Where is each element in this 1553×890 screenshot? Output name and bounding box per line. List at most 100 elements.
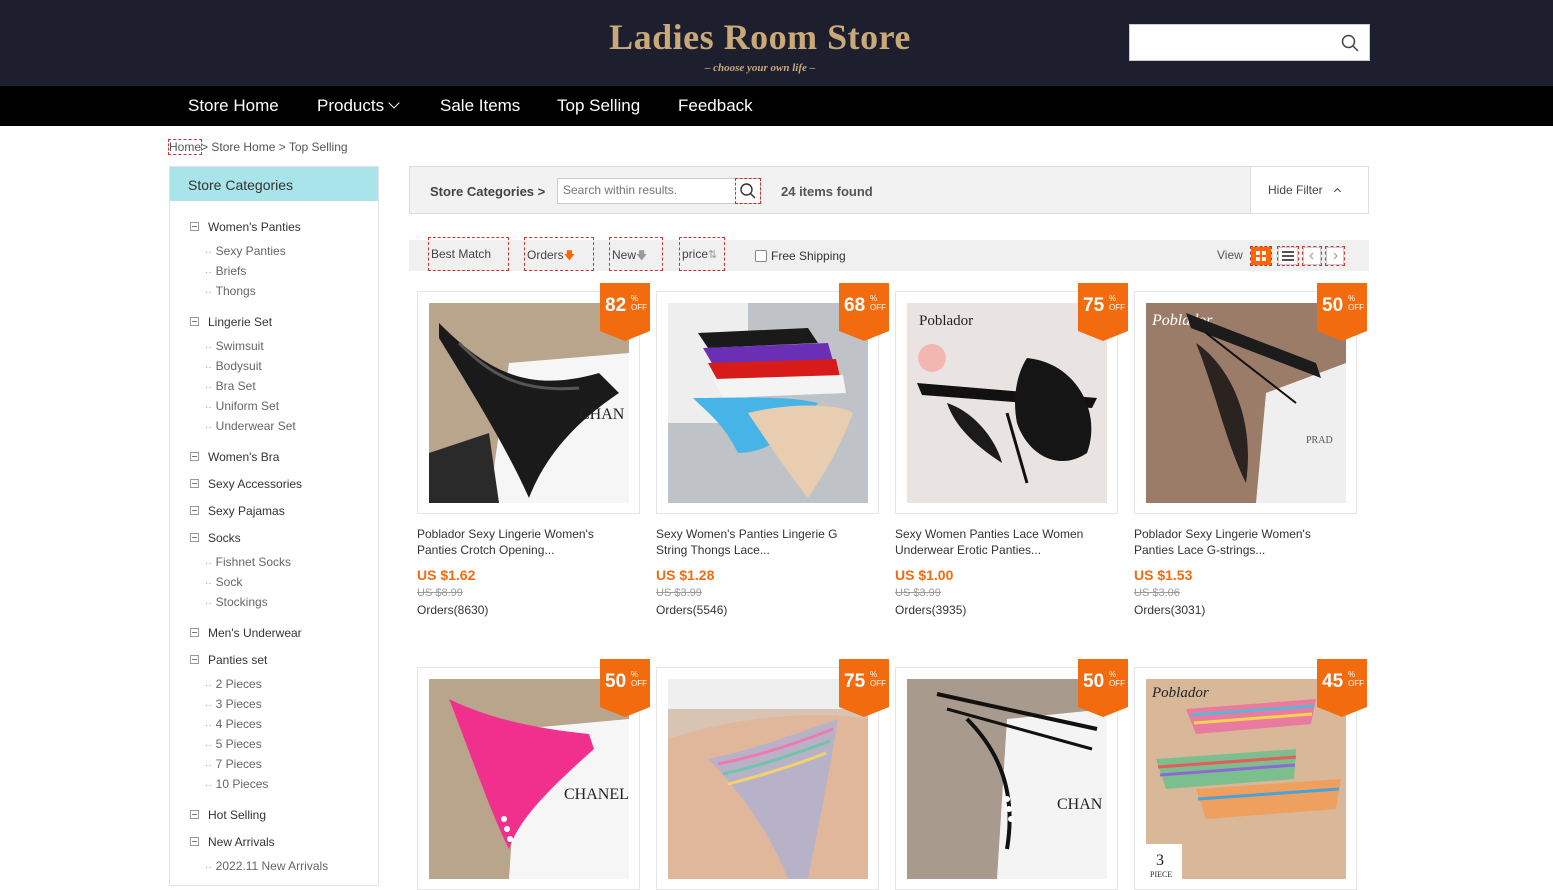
- category-label: Socks: [208, 531, 241, 545]
- svg-text:CHANEL: CHANEL: [564, 786, 629, 803]
- subcategory-briefs[interactable]: Briefs: [205, 264, 247, 278]
- product-title[interactable]: Poblador Sexy Lingerie Women's Panties C…: [417, 526, 632, 558]
- store-search-box[interactable]: [1129, 24, 1370, 61]
- subcategory-2022-11-new-arrivals[interactable]: 2022.11 New Arrivals: [205, 859, 329, 873]
- collapse-icon[interactable]: [190, 628, 199, 637]
- product-image-frame[interactable]: CHANEL 50 % OFF: [417, 659, 650, 890]
- free-shipping-filter[interactable]: Free Shipping: [755, 249, 846, 263]
- subcategory-sexy-panties[interactable]: Sexy Panties: [205, 244, 286, 258]
- results-category-label[interactable]: Store Categories >: [430, 184, 545, 199]
- nav-products[interactable]: Products: [317, 96, 400, 116]
- category-lingerie-set[interactable]: Lingerie Set: [190, 315, 272, 329]
- discount-off-label: % OFF: [1109, 294, 1125, 312]
- product-image[interactable]: CHAN: [907, 679, 1107, 879]
- collapse-icon[interactable]: [190, 479, 199, 488]
- product-image-frame[interactable]: Poblador 3 PIECE 45 % OFF: [1134, 659, 1367, 890]
- sort-price[interactable]: price⇅: [679, 237, 725, 271]
- subcategory-10-pieces[interactable]: 10 Pieces: [205, 777, 269, 791]
- discount-badge: 50 % OFF: [600, 659, 650, 717]
- product-image[interactable]: [668, 303, 868, 503]
- product-image[interactable]: Poblador 3 PIECE: [1146, 679, 1346, 879]
- store-search-input[interactable]: [1136, 31, 1336, 55]
- category-womens-panties[interactable]: Women's Panties: [190, 220, 301, 234]
- collapse-icon[interactable]: [190, 506, 199, 515]
- category-label: Men's Underwear: [208, 626, 302, 640]
- product-title[interactable]: Poblador Sexy Lingerie Women's Panties L…: [1134, 526, 1349, 558]
- subcategory-2-pieces[interactable]: 2 Pieces: [205, 677, 262, 691]
- subcategory-underwear-set[interactable]: Underwear Set: [205, 419, 296, 433]
- collapse-icon[interactable]: [190, 655, 199, 664]
- category-mens-underwear[interactable]: Men's Underwear: [190, 626, 302, 640]
- list-view-button[interactable]: [1277, 246, 1299, 266]
- hide-filter-button[interactable]: Hide Filter: [1250, 167, 1368, 213]
- subcategory-thongs[interactable]: Thongs: [205, 284, 256, 298]
- product-image-frame[interactable]: 68 % OFF: [656, 283, 889, 514]
- subcategory-sock[interactable]: Sock: [205, 575, 243, 589]
- collapse-icon[interactable]: [190, 222, 199, 231]
- collapse-icon[interactable]: [190, 317, 199, 326]
- subcategory-7-pieces[interactable]: 7 Pieces: [205, 757, 262, 771]
- nav-feedback[interactable]: Feedback: [678, 96, 753, 116]
- discount-value: 75: [1083, 295, 1105, 316]
- product-image[interactable]: [668, 679, 868, 879]
- collapse-icon[interactable]: [190, 810, 199, 819]
- product-title[interactable]: Sexy Women's Panties Lingerie G String T…: [656, 526, 871, 558]
- list-icon: [1282, 251, 1294, 261]
- product-image[interactable]: Poblador: [907, 303, 1107, 503]
- product-image-frame[interactable]: 75 % OFF: [656, 659, 889, 890]
- breadcrumb-rest: > Store Home > Top Selling: [201, 140, 348, 154]
- product-title[interactable]: Sexy Women Panties Lace Women Underwear …: [895, 526, 1110, 558]
- product-image-frame[interactable]: CHAN 50 % OFF: [895, 659, 1128, 890]
- category-socks[interactable]: Socks: [190, 531, 241, 545]
- sort-best-match[interactable]: Best Match: [428, 237, 509, 271]
- search-within-input[interactable]: [558, 179, 728, 201]
- next-page-button[interactable]: [1325, 246, 1345, 266]
- subcategory-bodysuit[interactable]: Bodysuit: [205, 359, 262, 373]
- category-sexy-pajamas[interactable]: Sexy Pajamas: [190, 504, 285, 518]
- product-image-frame[interactable]: Poblador 75 % OFF: [895, 283, 1128, 514]
- collapse-icon[interactable]: [190, 452, 199, 461]
- subcategory-3-pieces[interactable]: 3 Pieces: [205, 697, 262, 711]
- discount-off-label: % OFF: [1348, 294, 1364, 312]
- chevron-up-icon: [1333, 187, 1341, 196]
- search-within-results[interactable]: [557, 178, 761, 204]
- collapse-icon[interactable]: [190, 837, 199, 846]
- subcategory-swimsuit[interactable]: Swimsuit: [205, 339, 264, 353]
- nav-store-home[interactable]: Store Home: [188, 96, 279, 116]
- subcategory-stockings[interactable]: Stockings: [205, 595, 268, 609]
- search-icon[interactable]: [1341, 34, 1359, 52]
- subcategory-bra-set[interactable]: Bra Set: [205, 379, 256, 393]
- arrow-down-icon: 🡇: [636, 250, 648, 262]
- breadcrumb-home-link[interactable]: Home: [167, 139, 203, 155]
- category-sexy-accessories[interactable]: Sexy Accessories: [190, 477, 302, 491]
- search-icon[interactable]: [735, 178, 761, 204]
- prev-page-button[interactable]: [1302, 246, 1322, 266]
- svg-text:PIECE: PIECE: [1150, 870, 1172, 879]
- product-orders: Orders(3935): [895, 603, 967, 617]
- category-label: Hot Selling: [208, 808, 267, 822]
- category-label: Women's Panties: [208, 220, 301, 234]
- category-new-arrivals[interactable]: New Arrivals: [190, 835, 275, 849]
- free-shipping-checkbox[interactable]: [755, 250, 767, 262]
- product-image[interactable]: CHANEL: [429, 679, 629, 879]
- category-womens-bra[interactable]: Women's Bra: [190, 450, 279, 464]
- subcategory-4-pieces[interactable]: 4 Pieces: [205, 717, 262, 731]
- product-image[interactable]: Poblador PRAD: [1146, 303, 1346, 503]
- product-image-frame[interactable]: CHAN 82 % OFF: [417, 283, 650, 514]
- discount-value: 75: [844, 671, 866, 692]
- discount-off-label: % OFF: [631, 670, 647, 688]
- subcategory-uniform-set[interactable]: Uniform Set: [205, 399, 279, 413]
- sort-orders[interactable]: Orders🡇: [524, 237, 594, 271]
- subcategory-fishnet-socks[interactable]: Fishnet Socks: [205, 555, 291, 569]
- nav-top-selling[interactable]: Top Selling: [557, 96, 640, 116]
- product-image[interactable]: CHAN: [429, 303, 629, 503]
- collapse-icon[interactable]: [190, 533, 199, 542]
- grid-view-button[interactable]: [1250, 246, 1272, 266]
- nav-sale-items[interactable]: Sale Items: [440, 96, 520, 116]
- product-image-frame[interactable]: Poblador PRAD 50 % OFF: [1134, 283, 1367, 514]
- category-panties-set[interactable]: Panties set: [190, 653, 267, 667]
- subcategory-5-pieces[interactable]: 5 Pieces: [205, 737, 262, 751]
- sort-new[interactable]: New🡇: [609, 237, 663, 271]
- svg-text:3: 3: [1156, 852, 1164, 869]
- category-hot-selling[interactable]: Hot Selling: [190, 808, 266, 822]
